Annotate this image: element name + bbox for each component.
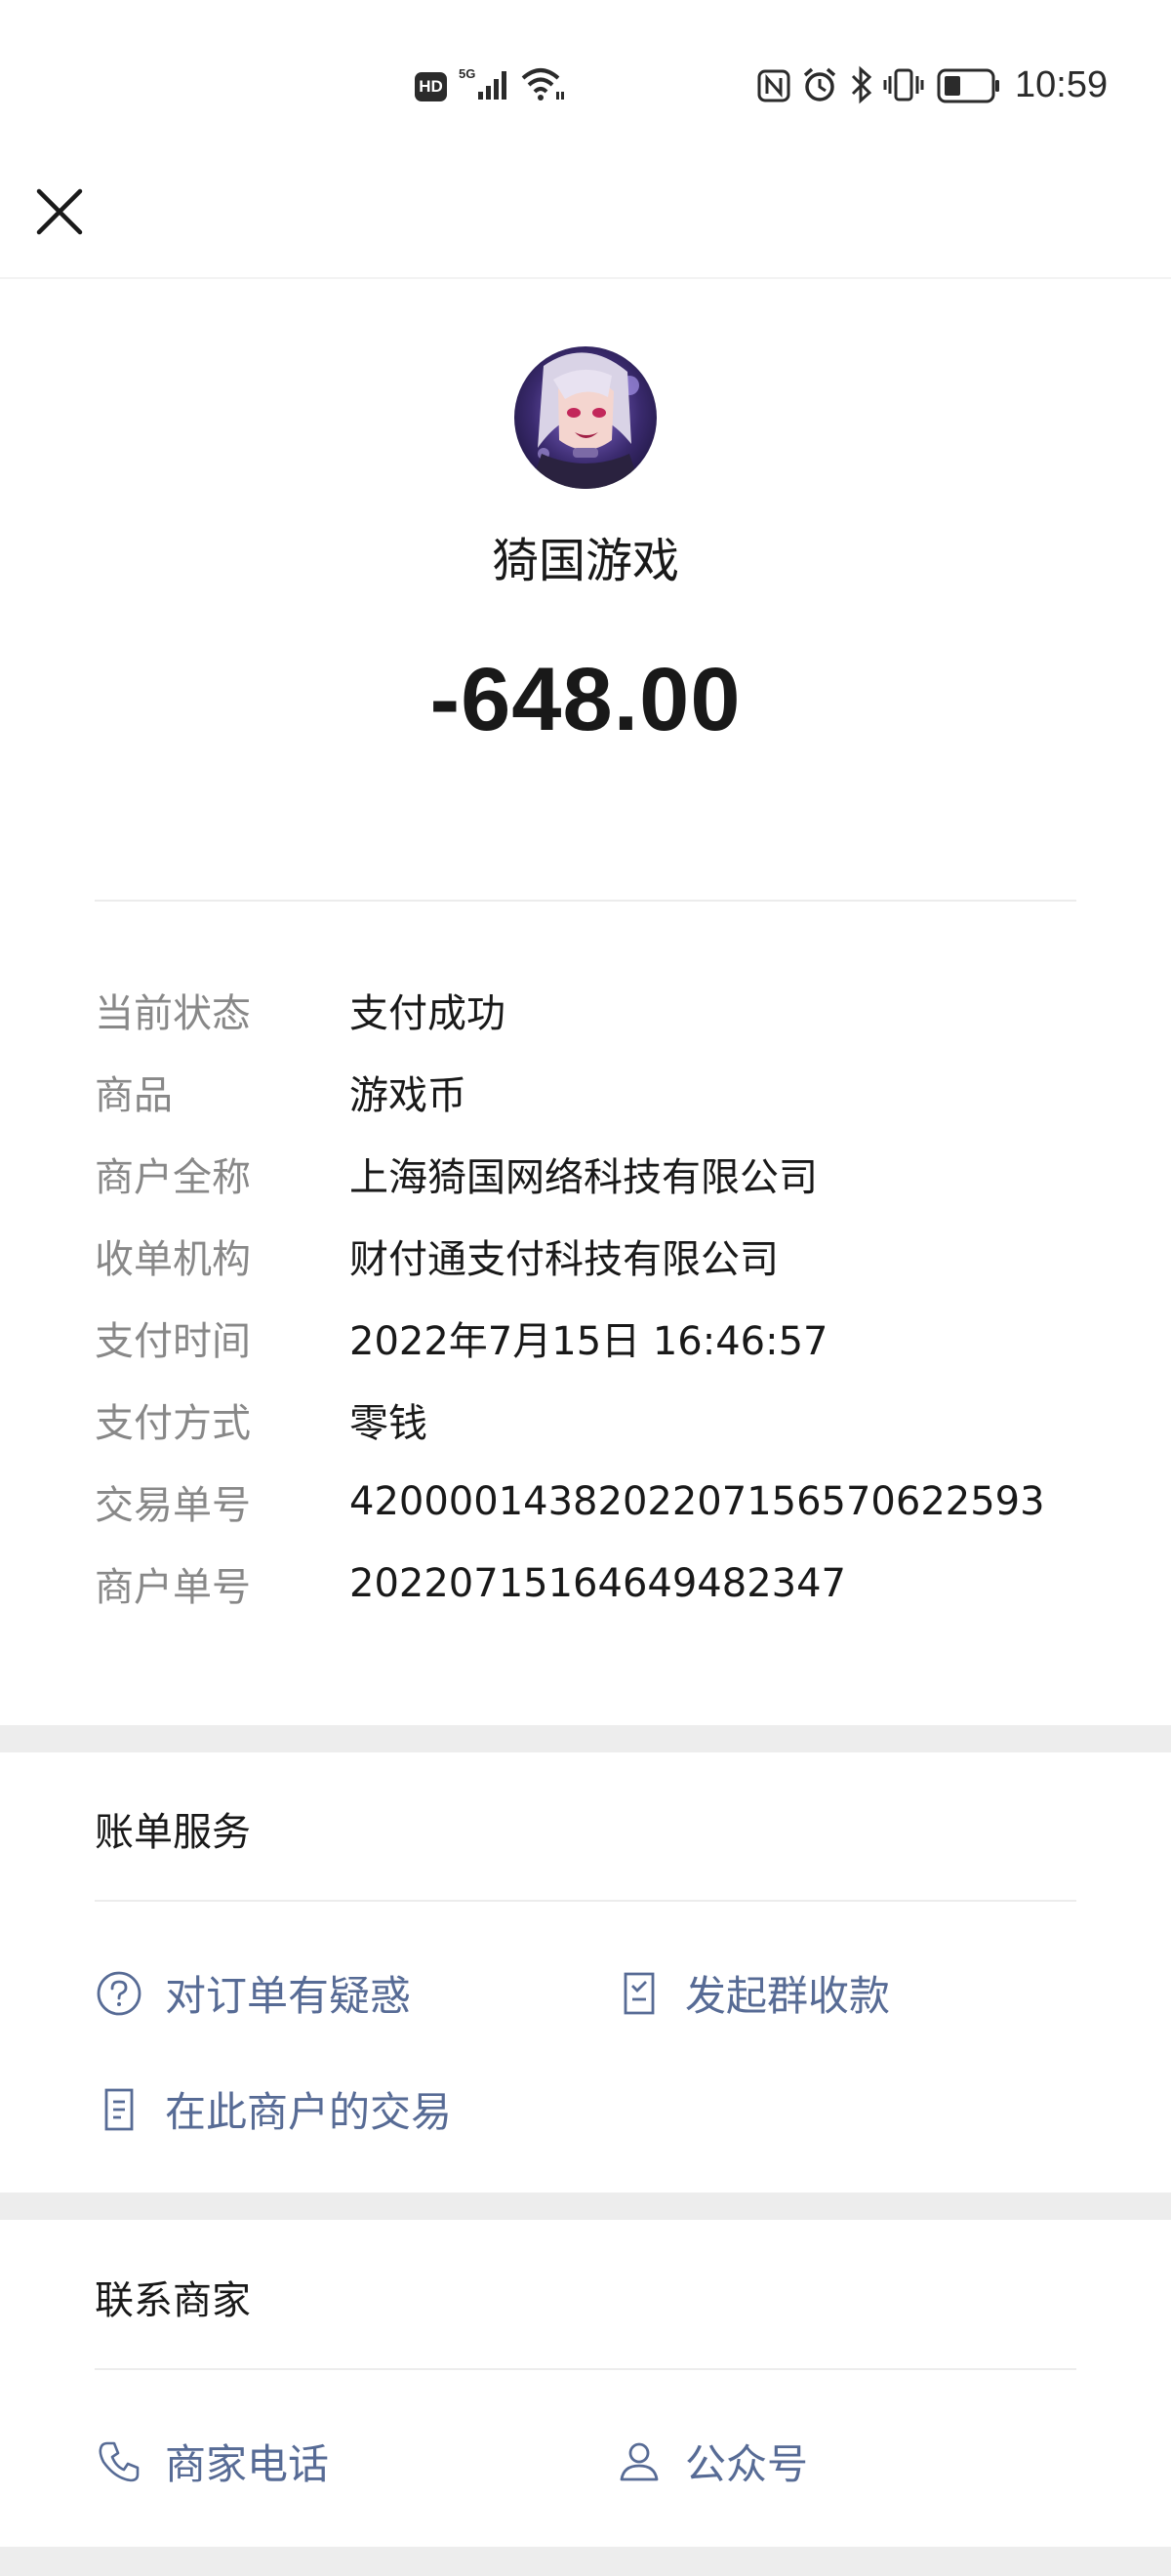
summary-divider: [95, 900, 1076, 902]
hd-badge: HD: [415, 72, 447, 101]
detail-value: 4200001438202207156570622593: [349, 1479, 1045, 1524]
detail-row-status: 当前状态 支付成功: [95, 969, 1076, 1051]
status-time: 10:59: [1015, 64, 1109, 105]
contact-merchant-title: 联系商家: [95, 2278, 251, 2323]
receipt-check-icon: [615, 1969, 664, 2018]
nfc-icon: [756, 68, 791, 107]
detail-label: 支付方式: [95, 1401, 251, 1446]
status-bar: HD 5G 10:59: [0, 0, 1171, 172]
merchant-avatar: [514, 346, 657, 489]
merchant-name: 猗国游戏: [491, 534, 679, 588]
section-gap: [0, 2547, 1171, 2576]
official-account-label: 公众号: [685, 2440, 809, 2488]
merchant-trades-label: 在此商户的交易: [165, 2088, 453, 2136]
alarm-icon: [801, 66, 838, 107]
header: [0, 172, 1171, 279]
detail-row-transaction-id: 交易单号 4200001438202207156570622593: [95, 1461, 1076, 1543]
detail-label: 交易单号: [95, 1483, 251, 1528]
detail-label: 当前状态: [95, 991, 251, 1036]
close-icon: [29, 188, 90, 246]
group-collect-label: 发起群收款: [685, 1972, 891, 2020]
order-question-link[interactable]: 对订单有疑惑: [95, 1963, 411, 2023]
detail-label: 商户全称: [95, 1155, 251, 1200]
detail-value: 20220715164649482347: [349, 1561, 846, 1606]
document-icon: [95, 2085, 143, 2134]
payment-amount: -648.00: [429, 650, 742, 749]
phone-icon: [95, 2437, 143, 2486]
detail-value: 游戏币: [349, 1073, 466, 1118]
order-question-label: 对订单有疑惑: [165, 1972, 412, 2020]
transaction-details: 当前状态 支付成功 商品 游戏币 商户全称 上海猗国网络科技有限公司 收单机构 …: [95, 969, 1076, 1625]
network-type-label: 5G: [459, 68, 475, 81]
merchant-phone-link[interactable]: 商家电话: [95, 2432, 329, 2491]
contact-divider: [95, 2368, 1076, 2370]
detail-row-payment-time: 支付时间 2022年7月15日 16:46:57: [95, 1297, 1076, 1379]
detail-label: 收单机构: [95, 1237, 251, 1282]
close-button[interactable]: [29, 181, 90, 242]
detail-value: 上海猗国网络科技有限公司: [349, 1155, 818, 1200]
detail-value: 财付通支付科技有限公司: [349, 1237, 779, 1282]
detail-row-product: 商品 游戏币: [95, 1051, 1076, 1133]
battery-icon: [937, 68, 1001, 107]
section-gap: [0, 2193, 1171, 2220]
question-circle-icon: [95, 1969, 143, 2018]
detail-row-payment-method: 支付方式 零钱: [95, 1379, 1076, 1461]
detail-label: 商品: [95, 1073, 173, 1118]
bluetooth-icon: [849, 65, 874, 108]
detail-row-merchant-full-name: 商户全称 上海猗国网络科技有限公司: [95, 1133, 1076, 1215]
detail-value: 支付成功: [349, 991, 505, 1036]
official-account-link[interactable]: 公众号: [615, 2432, 808, 2491]
bill-service-title: 账单服务: [95, 1810, 251, 1855]
group-collect-link[interactable]: 发起群收款: [615, 1963, 890, 2023]
merchant-trades-link[interactable]: 在此商户的交易: [95, 2079, 452, 2139]
section-gap: [0, 1725, 1171, 1752]
person-icon: [615, 2437, 664, 2486]
merchant-phone-label: 商家电话: [165, 2440, 330, 2488]
bill-service-divider: [95, 1900, 1076, 1902]
detail-row-merchant-order-id: 商户单号 20220715164649482347: [95, 1543, 1076, 1625]
detail-value: 2022年7月15日 16:46:57: [349, 1319, 828, 1364]
detail-label: 支付时间: [95, 1319, 251, 1364]
vibrate-icon: [882, 67, 925, 106]
detail-row-acquirer: 收单机构 财付通支付科技有限公司: [95, 1215, 1076, 1297]
cellular-signal-icon: 5G: [459, 66, 513, 105]
detail-value: 零钱: [349, 1401, 427, 1446]
detail-label: 商户单号: [95, 1565, 251, 1610]
wifi-icon: [519, 66, 566, 105]
